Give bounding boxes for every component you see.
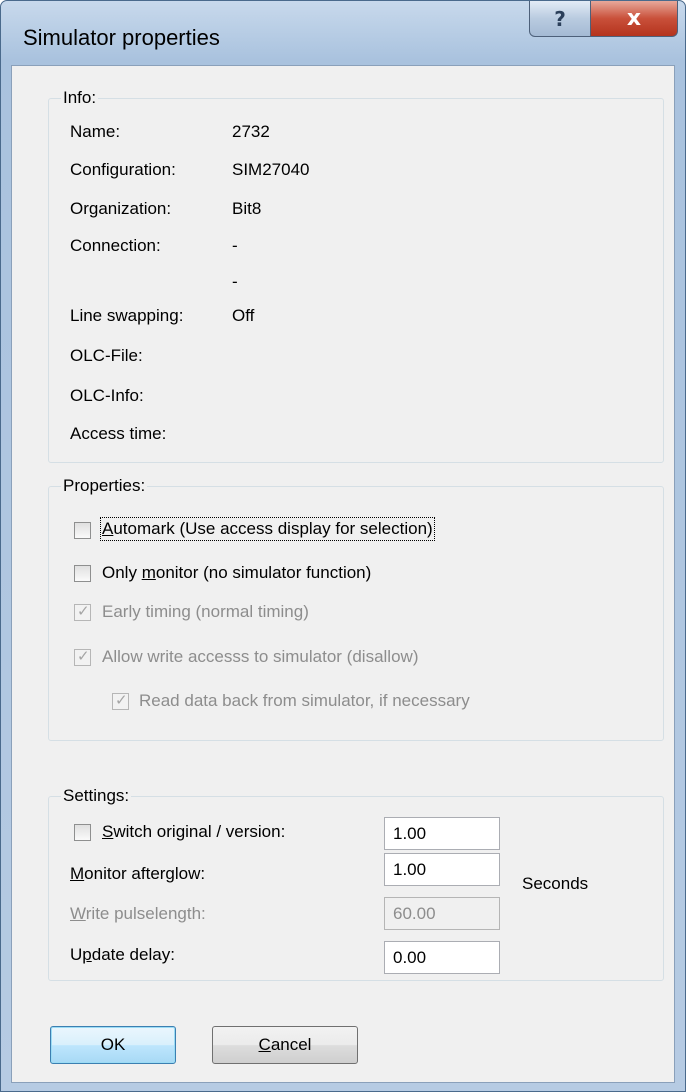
organization-value: Bit8	[232, 199, 262, 218]
help-icon: ?	[554, 6, 566, 31]
allow-write-label[interactable]: Allow write accesss to simulator (disall…	[102, 647, 418, 667]
configuration-label: Configuration:	[70, 160, 176, 179]
ok-button[interactable]: OK	[50, 1026, 176, 1064]
checkmark-icon: ✓	[77, 602, 90, 620]
help-button[interactable]: ?	[529, 1, 591, 37]
automark-checkbox[interactable]	[74, 522, 91, 539]
only-monitor-checkbox[interactable]	[74, 565, 91, 582]
access-time-label: Access time:	[70, 424, 167, 443]
info-legend: Info:	[63, 88, 97, 107]
settings-legend: Settings:	[63, 786, 130, 805]
cancel-button[interactable]: Cancel	[212, 1026, 358, 1064]
dialog-client-area: Info: Name: 2732 Configuration: SIM27040…	[11, 65, 675, 1083]
name-label: Name:	[70, 122, 121, 141]
checkmark-icon: ✓	[77, 647, 90, 665]
info-group: Info:	[48, 88, 664, 463]
early-timing-checkbox[interactable]: ✓	[74, 602, 91, 621]
read-back-label[interactable]: Read data back from simulator, if necess…	[139, 691, 470, 711]
title-bar[interactable]: Simulator properties ? x	[1, 1, 685, 71]
allow-write-checkbox[interactable]: ✓	[74, 647, 91, 666]
organization-label: Organization:	[70, 199, 172, 218]
update-delay-label: Update delay:	[70, 945, 175, 964]
line-swapping-label: Line swapping:	[70, 306, 184, 325]
switch-original-checkbox[interactable]	[74, 824, 91, 841]
line-swapping-value: Off	[232, 306, 255, 325]
read-back-checkbox[interactable]: ✓	[112, 691, 129, 710]
monitor-afterglow-label: Monitor afterglow:	[70, 864, 206, 883]
dialog-window: Simulator properties ? x Info: Name: 273…	[0, 0, 686, 1092]
properties-legend: Properties:	[63, 476, 146, 495]
olc-file-label: OLC-File:	[70, 346, 143, 365]
olc-info-label: OLC-Info:	[70, 386, 144, 405]
automark-label[interactable]: Automark (Use access display for selecti…	[100, 517, 435, 541]
update-delay-input[interactable]: 0.00	[384, 941, 500, 974]
connection-value: -	[232, 236, 238, 255]
early-timing-label[interactable]: Early timing (normal timing)	[102, 602, 309, 622]
only-monitor-label[interactable]: Only monitor (no simulator function)	[102, 563, 371, 583]
name-value: 2732	[232, 122, 270, 141]
configuration-value: SIM27040	[232, 160, 310, 179]
connection-label: Connection:	[70, 236, 161, 255]
connection-extra-value: -	[232, 272, 238, 291]
checkmark-icon: ✓	[115, 691, 128, 709]
seconds-unit-label: Seconds	[522, 874, 589, 893]
write-pulselength-input[interactable]: 60.00	[384, 897, 500, 930]
close-icon: x	[626, 6, 642, 31]
switch-original-input[interactable]: 1.00	[384, 817, 500, 850]
monitor-afterglow-input[interactable]: 1.00	[384, 853, 500, 886]
window-title: Simulator properties	[23, 25, 220, 50]
write-pulselength-label: Write pulselength:	[70, 904, 206, 923]
switch-original-label[interactable]: Switch original / version:	[102, 822, 285, 842]
close-button[interactable]: x	[590, 1, 678, 37]
